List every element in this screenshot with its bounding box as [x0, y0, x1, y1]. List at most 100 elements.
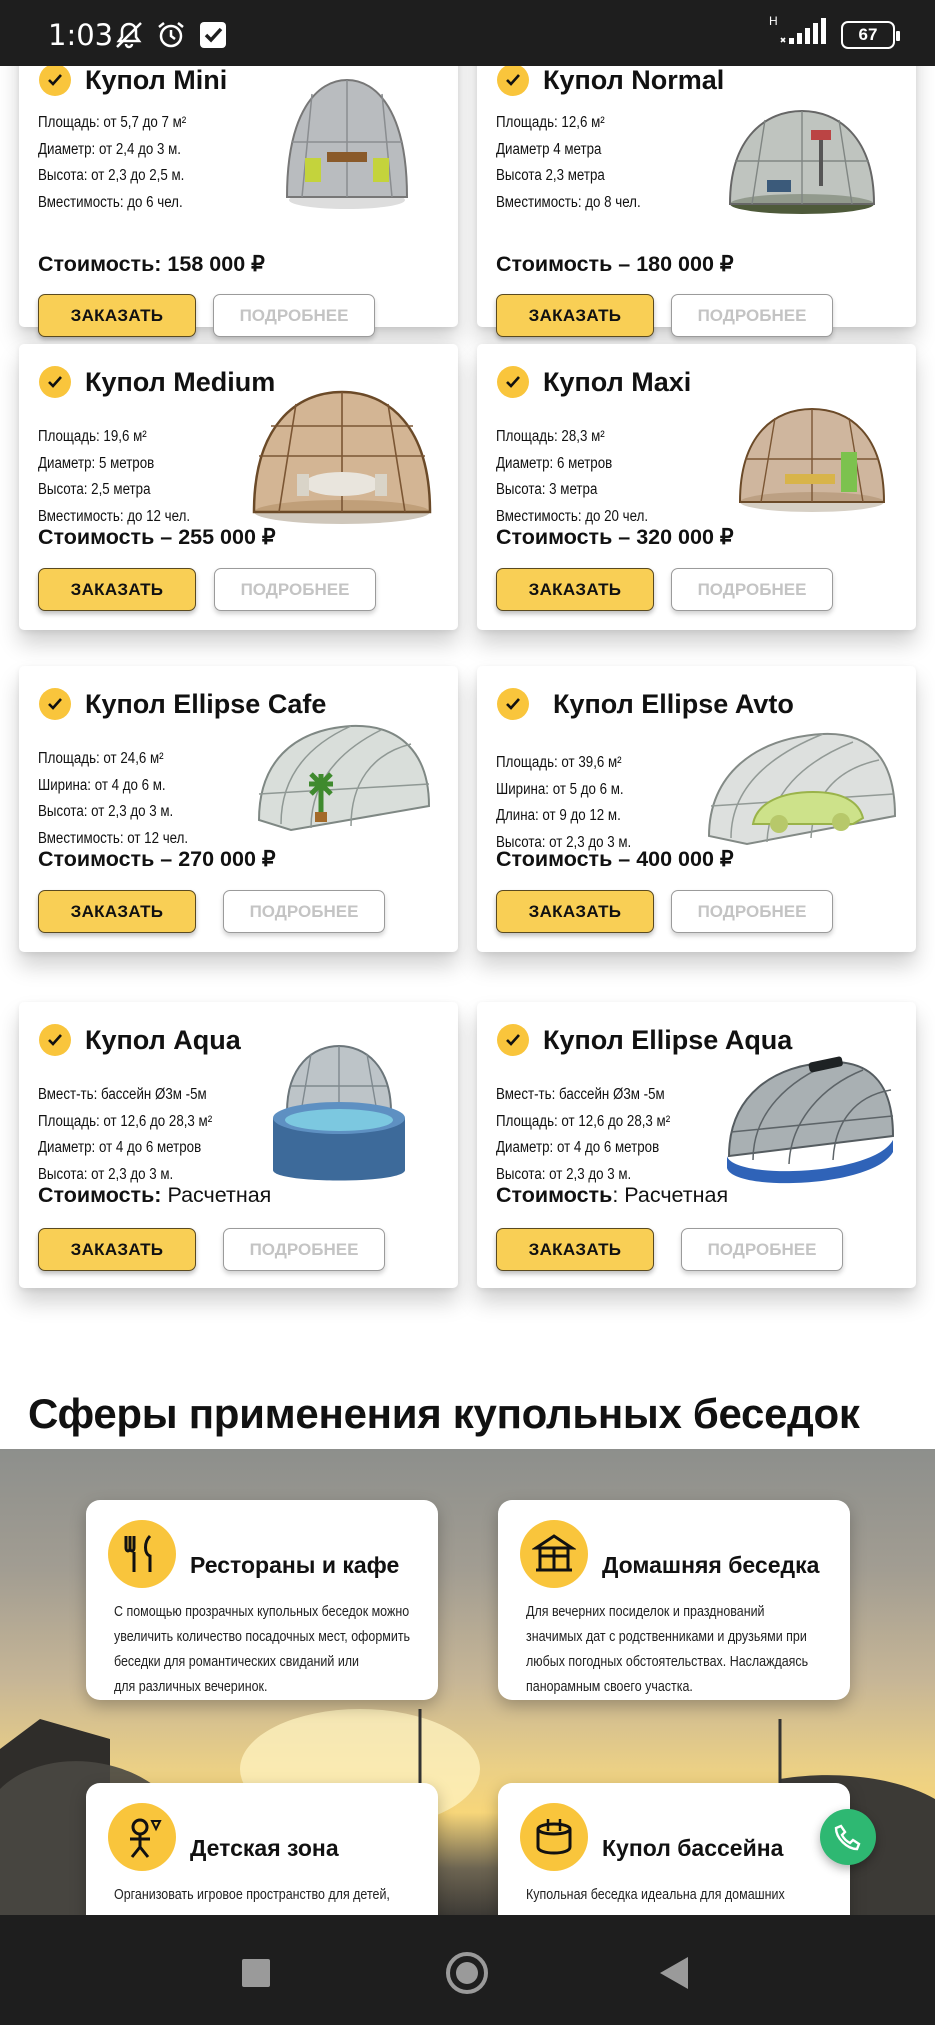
dome-maxi-image [738, 407, 886, 512]
spec-length: Длина: от 9 до 12 м. [496, 807, 621, 824]
product-card-normal: Купол Normal Площадь: 12,6 м² Диаметр 4 … [477, 66, 916, 337]
gazebo-icon [520, 1520, 588, 1588]
status-icons-left [114, 20, 228, 50]
details-button[interactable]: ПОДРОБНЕЕ [213, 294, 375, 337]
application-description: Купольная беседка идеальна для домашних [526, 1883, 785, 1908]
spec-diameter: Диаметр 4 метра [496, 140, 602, 158]
details-button[interactable]: ПОДРОБНЕЕ [214, 568, 376, 611]
product-title: Купол Normal [497, 66, 724, 96]
description-line: беседки для романтических свиданий или [114, 1654, 360, 1670]
order-button[interactable]: ЗАКАЗАТЬ [496, 568, 654, 611]
product-title: Купол Mini [39, 66, 227, 96]
application-card-home-gazebo[interactable]: Домашняя беседка Для вечерних посиделок … [498, 1500, 850, 1700]
call-button[interactable] [820, 1809, 876, 1865]
fork-knife-icon [108, 1520, 176, 1588]
description-line: любых погодных обстоятельствах. Наслажда… [526, 1654, 809, 1670]
description-line: значимых дат с родственниками и друзьями… [526, 1629, 807, 1645]
product-price: Стоимость – 180 000 ₽ [496, 252, 734, 276]
price-value: Расчетная [167, 1183, 272, 1207]
spec-width: Ширина: от 5 до 6 м. [496, 780, 624, 798]
application-description: Для вечерних посиделок и празднований зн… [526, 1600, 808, 1700]
order-button[interactable]: ЗАКАЗАТЬ [38, 1228, 196, 1271]
spec-width: Ширина: от 4 до 6 м. [38, 776, 166, 794]
product-card-ellipse-avto: Купол Ellipse Avto Площадь: от 39,6 м² Ш… [477, 666, 916, 952]
order-button[interactable]: ЗАКАЗАТЬ [38, 294, 196, 337]
order-button[interactable]: ЗАКАЗАТЬ [496, 890, 654, 933]
spec-area: Площадь: 12,6 м² [496, 114, 605, 131]
status-time: 1:03 [48, 18, 114, 52]
application-title: Купол бассейна [602, 1835, 784, 1861]
spec-diameter: Диаметр: от 4 до 6 метров [38, 1139, 202, 1156]
order-button[interactable]: ЗАКАЗАТЬ [38, 890, 196, 933]
spec-diameter: Диаметр: от 2,4 до 3 м. [38, 140, 182, 158]
description-line: Для вечерних посиделок и празднований [526, 1604, 765, 1620]
details-button[interactable]: ПОДРОБНЕЕ [671, 294, 833, 337]
pool-icon [520, 1803, 588, 1871]
product-grid: Купол Mini Площадь: от 5,7 до 7 м² Диаме… [0, 66, 935, 1350]
network-label: H [769, 14, 778, 28]
description-line: панорамным своего участка. [526, 1679, 693, 1695]
product-title: Купол Ellipse Aqua [497, 1024, 792, 1056]
application-description: Организовать игровое пространство для де… [114, 1883, 390, 1908]
product-price: Стоимость – 270 000 ₽ [38, 847, 276, 871]
application-card-kids-zone[interactable]: Детская зона Организовать игровое простр… [86, 1783, 438, 1915]
signal-group: H [769, 14, 831, 51]
product-card-medium: Купол Medium Площадь: 19,6 м² Диаметр: 5… [19, 344, 458, 630]
child-icon [108, 1803, 176, 1871]
checkmark-icon [39, 688, 71, 720]
details-button[interactable]: ПОДРОБНЕЕ [671, 568, 833, 611]
details-button[interactable]: ПОДРОБНЕЕ [223, 1228, 385, 1271]
order-button[interactable]: ЗАКАЗАТЬ [496, 1228, 654, 1271]
order-button[interactable]: ЗАКАЗАТЬ [38, 568, 196, 611]
status-right: H 67 [769, 14, 900, 51]
product-name: Купол Ellipse Aqua [543, 1024, 793, 1055]
details-button[interactable]: ПОДРОБНЕЕ [671, 890, 833, 933]
product-specs: Площадь: 28,3 м² Диаметр: 6 метров Высот… [496, 424, 648, 530]
product-card-ellipse-cafe: Купол Ellipse Cafe Площадь: от 24,6 м² Ш… [19, 666, 458, 952]
product-specs: Вмест-ть: бассейн Ø3м -5м Площадь: от 12… [496, 1082, 670, 1188]
applications-section: Рестораны и кафе С помощью прозрачных ку… [0, 1449, 935, 1915]
product-name: Купол Ellipse Avto [553, 688, 794, 719]
description-line: С помощью прозрачных купольных беседок м… [114, 1604, 410, 1620]
order-button[interactable]: ЗАКАЗАТЬ [496, 294, 654, 337]
price-label: Стоимость [496, 1183, 613, 1207]
home-button[interactable] [446, 1952, 488, 1994]
spec-area: Площадь: от 12,6 до 28,3 м² [496, 1112, 671, 1130]
dome-normal-image [728, 109, 876, 214]
product-price: Стоимость – 320 000 ₽ [496, 525, 734, 549]
mute-icon [116, 22, 142, 49]
spec-area: Площадь: 28,3 м² [496, 428, 605, 445]
back-button[interactable] [660, 1957, 688, 1989]
product-specs: Площадь: 12,6 м² Диаметр 4 метра Высота … [496, 110, 641, 216]
recents-button[interactable] [242, 1959, 270, 1987]
product-title: Купол Ellipse Avto [497, 688, 794, 720]
price-value: : Расчетная [612, 1183, 729, 1207]
battery-icon: 67 [841, 20, 900, 49]
application-card-restaurants[interactable]: Рестораны и кафе С помощью прозрачных ку… [86, 1500, 438, 1700]
application-card-pool-dome[interactable]: Купол бассейна Купольная беседка идеальн… [498, 1783, 850, 1915]
product-name: Купол Maxi [543, 366, 692, 397]
description-line: Купольная беседка идеальна для домашних [526, 1887, 785, 1903]
spec-capacity: Вместимость: до 8 чел. [496, 193, 641, 211]
spec-area: Площадь: от 24,6 м² [38, 750, 164, 767]
product-price: Стоимость: Расчетная [38, 1183, 271, 1208]
product-card-mini: Купол Mini Площадь: от 5,7 до 7 м² Диаме… [19, 66, 458, 337]
spec-capacity: Вмест-ть: бассейн Ø3м -5м [38, 1086, 207, 1103]
description-line: для различных вечеринок. [114, 1679, 268, 1695]
product-price: Стоимость: 158 000 ₽ [38, 252, 265, 276]
details-button[interactable]: ПОДРОБНЕЕ [681, 1228, 843, 1271]
description-line: Организовать игровое пространство для де… [114, 1887, 390, 1903]
product-specs: Вмест-ть: бассейн Ø3м -5м Площадь: от 12… [38, 1082, 212, 1188]
dome-ellipse-cafe-image [257, 724, 431, 832]
phone-icon [834, 1824, 861, 1851]
product-title: Купол Aqua [39, 1024, 241, 1056]
spec-height: Высота 2,3 метра [496, 167, 605, 184]
spec-height: Высота: 2,5 метра [38, 481, 151, 498]
product-price: Стоимость – 400 000 ₽ [496, 847, 734, 871]
checkmark-icon [39, 366, 71, 398]
details-button[interactable]: ПОДРОБНЕЕ [223, 890, 385, 933]
applications-section-title: Сферы применения купольных беседок [28, 1390, 860, 1437]
status-bar: 1:03 H 67 [0, 0, 935, 66]
product-specs: Площадь: от 39,6 м² Ширина: от 5 до 6 м.… [496, 750, 631, 856]
dome-medium-image [252, 390, 432, 524]
